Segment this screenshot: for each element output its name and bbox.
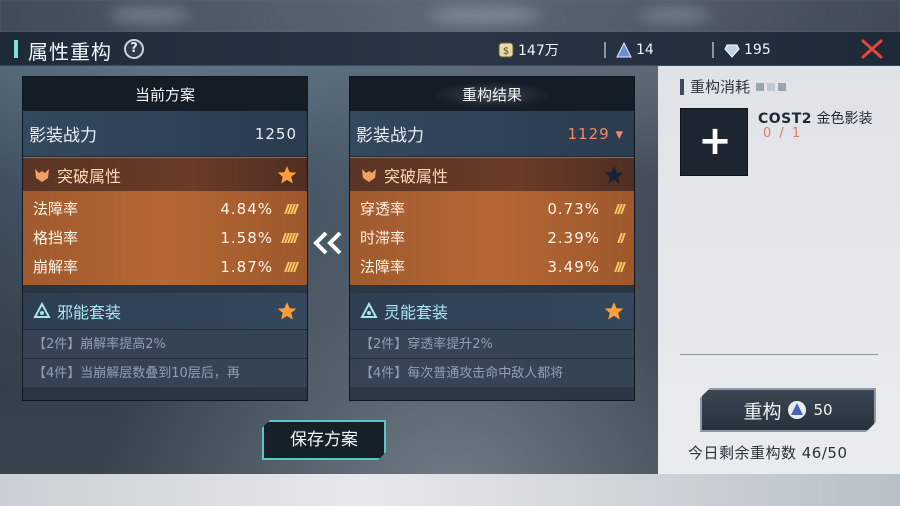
result-panel: 重构结果 影装战力 1129 ▾ 突破属性 穿透率 0.73% 时滞率 2.39… xyxy=(349,76,635,401)
cost-item-title: COST2 金色影装 xyxy=(758,108,873,128)
suit-label: 灵能套装 xyxy=(384,303,449,322)
stat-value: 2.39% xyxy=(547,228,600,247)
resource-crystal: 14 xyxy=(604,40,654,60)
stat-name: 时滞率 xyxy=(360,229,406,247)
suit-description: 【2件】穿透率提升2% xyxy=(350,329,634,358)
current-break-header: 突破属性 xyxy=(23,157,307,191)
cost-item-name: 金色影装 xyxy=(816,111,873,127)
star-icon xyxy=(277,165,297,183)
current-plan-panel: 当前方案 影装战力 1250 突破属性 法障率 4.84% 格挡率 1.58% … xyxy=(22,76,308,401)
blurred-element xyxy=(110,6,190,24)
diamond-icon xyxy=(724,44,740,58)
cost-heading-label: 重构消耗 xyxy=(690,78,751,96)
star-icon xyxy=(604,302,624,320)
resource-gold: $ 147万 xyxy=(498,40,559,60)
stat-level-bars xyxy=(606,261,626,272)
diamond-amount: 195 xyxy=(744,42,771,58)
cost-heading: 重构消耗 xyxy=(680,76,787,97)
stat-value: 4.84% xyxy=(220,199,273,218)
cost-item-code: COST2 xyxy=(758,111,813,127)
stat-level-bars xyxy=(606,232,626,243)
separator xyxy=(604,42,606,58)
stat-level-bars xyxy=(279,261,299,272)
plus-icon: + xyxy=(698,118,732,164)
stat-name: 法障率 xyxy=(33,200,79,218)
stat-level-bars xyxy=(279,232,299,243)
fox-emblem-icon xyxy=(362,168,376,182)
crystal-amount: 14 xyxy=(636,42,654,58)
save-plan-button[interactable]: 保存方案 xyxy=(262,420,386,460)
current-plan-title: 当前方案 xyxy=(23,77,307,111)
suit-description: 【4件】每次普通攻击命中敌人都将 xyxy=(350,358,634,387)
heading-decoration xyxy=(756,82,787,91)
stat-name: 崩解率 xyxy=(33,258,79,276)
resource-diamond: 195 xyxy=(712,40,771,60)
stat-value: 1.58% xyxy=(220,228,273,247)
current-power-value: 1250 xyxy=(254,124,297,143)
dark-star-icon xyxy=(604,165,624,183)
break-label: 突破属性 xyxy=(384,166,449,186)
material-slot[interactable]: + xyxy=(680,108,748,176)
tri-node-icon xyxy=(360,302,378,318)
stat-row: 法障率 3.49% xyxy=(350,252,634,281)
result-stats: 穿透率 0.73% 时滞率 2.39% 法障率 3.49% xyxy=(350,191,634,285)
gold-coin-icon: $ xyxy=(498,42,514,58)
break-label: 突破属性 xyxy=(57,166,122,186)
help-icon[interactable]: ? xyxy=(124,39,144,59)
divider xyxy=(680,354,878,355)
reconstruct-button[interactable]: 重构 50 xyxy=(700,388,876,432)
gold-amount: 147万 xyxy=(518,43,559,59)
result-power-row: 影装战力 1129 ▾ xyxy=(350,111,634,157)
fox-emblem-icon xyxy=(35,168,49,182)
heading-accent xyxy=(680,78,684,95)
result-title-bar: 重构结果 xyxy=(350,77,634,111)
stat-level-bars xyxy=(606,203,626,214)
stat-value: 1.87% xyxy=(220,257,273,276)
blurred-bottom-area xyxy=(0,474,900,506)
stat-row: 时滞率 2.39% xyxy=(350,223,634,252)
result-power-value: 1129 ▾ xyxy=(567,124,624,143)
current-stats: 法障率 4.84% 格挡率 1.58% 崩解率 1.87% xyxy=(23,191,307,285)
crystal-pyramid-icon xyxy=(616,42,632,58)
power-label: 影装战力 xyxy=(356,126,424,146)
cost-sidebar: 重构消耗 + COST2 金色影装 0 / 1 重构 50 今日剩余重构数 46… xyxy=(658,66,900,474)
result-break-header: 突破属性 xyxy=(350,157,634,191)
stat-name: 格挡率 xyxy=(33,229,79,247)
double-chevron-left-icon xyxy=(313,231,342,255)
stat-name: 法障率 xyxy=(360,258,406,276)
cost-item-count: 0 / 1 xyxy=(763,126,803,141)
header-bar: 属性重构 ? $ 147万 14 195 xyxy=(0,32,900,66)
current-suit-header: 邪能套装 xyxy=(23,293,307,329)
stat-name: 穿透率 xyxy=(360,200,406,218)
result-suit-header: 灵能套装 xyxy=(350,293,634,329)
suit-label: 邪能套装 xyxy=(57,303,122,322)
result-title: 重构结果 xyxy=(435,82,548,108)
star-icon xyxy=(277,302,297,320)
stat-row: 法障率 4.84% xyxy=(23,194,307,223)
suit-description: 【2件】崩解率提高2% xyxy=(23,329,307,358)
blurred-element xyxy=(640,6,710,24)
reconstruct-label: 重构 xyxy=(743,400,782,423)
current-power-row: 影装战力 1250 xyxy=(23,111,307,157)
stat-value: 0.73% xyxy=(547,199,600,218)
stat-value: 3.49% xyxy=(547,257,600,276)
stat-row: 穿透率 0.73% xyxy=(350,194,634,223)
crystal-pyramid-icon xyxy=(787,400,807,420)
stat-row: 崩解率 1.87% xyxy=(23,252,307,281)
reconstruct-cost: 50 xyxy=(813,401,833,419)
tri-node-icon xyxy=(33,302,51,318)
separator xyxy=(712,42,714,58)
suit-description: 【4件】当崩解层数叠到10层后，再 xyxy=(23,358,307,387)
page-title: 属性重构 xyxy=(28,40,112,64)
svg-text:$: $ xyxy=(503,46,509,57)
title-accent xyxy=(14,40,18,58)
stat-level-bars xyxy=(279,203,299,214)
blurred-element xyxy=(430,6,540,24)
stat-row: 格挡率 1.58% xyxy=(23,223,307,252)
close-icon[interactable] xyxy=(860,38,884,60)
power-label: 影装战力 xyxy=(29,126,97,146)
remaining-count-text: 今日剩余重构数 46/50 xyxy=(688,444,848,462)
